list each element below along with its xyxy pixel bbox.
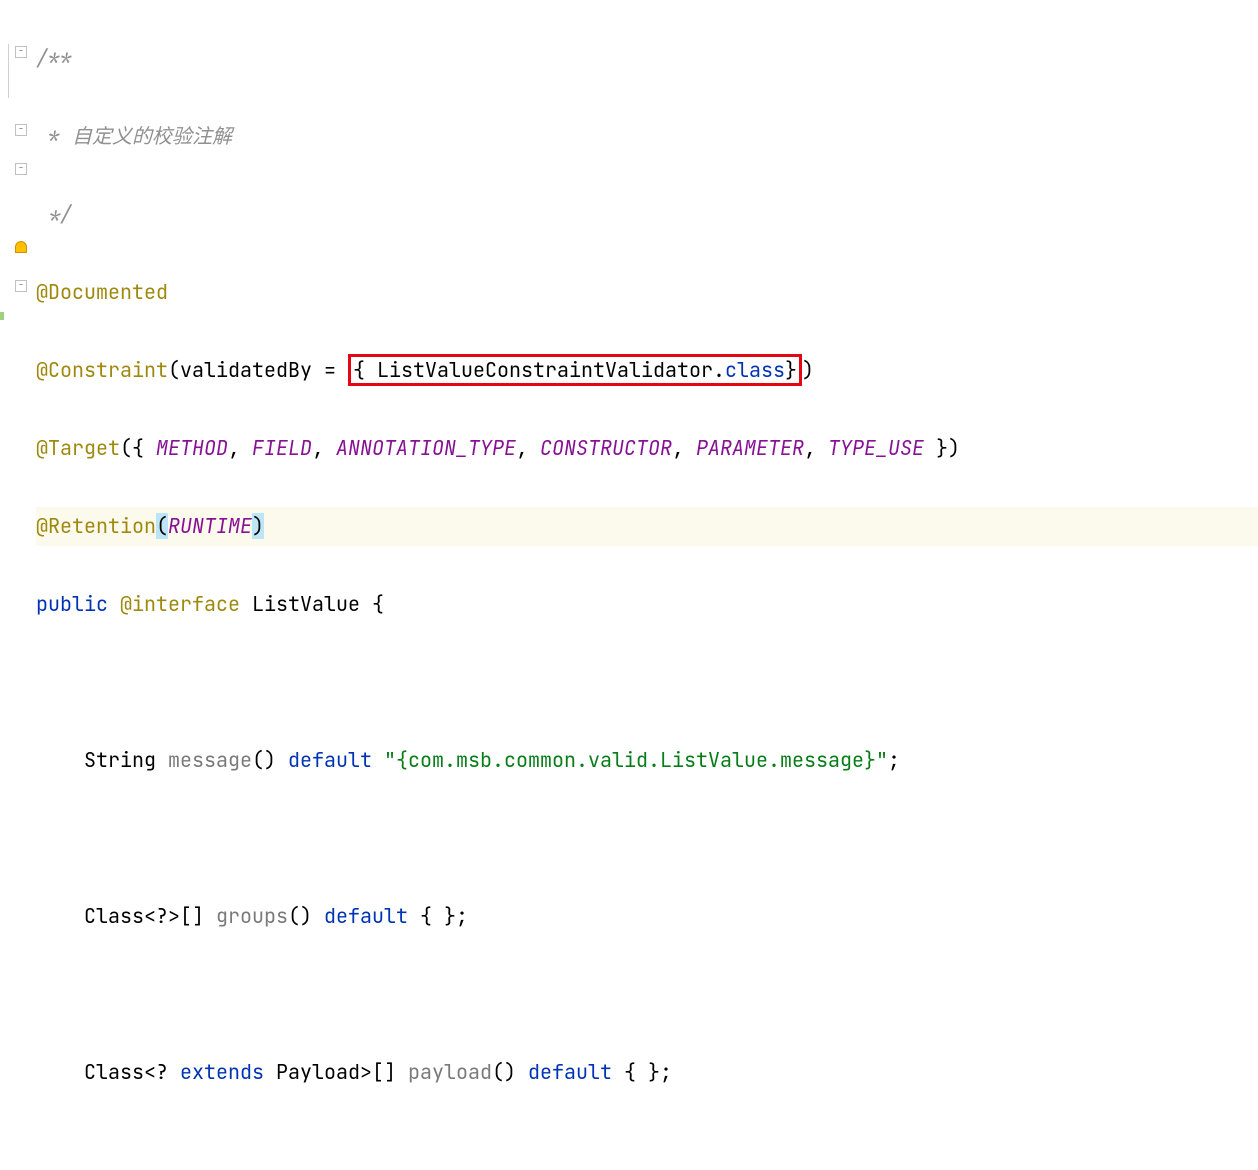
code-line[interactable]: @Documented	[36, 273, 1258, 312]
target-anntype: ANNOTATION_TYPE	[336, 435, 516, 461]
comment-close: */	[36, 201, 72, 227]
target-open: ({	[120, 435, 156, 461]
code-editor[interactable]: /** * 自定义的校验注解 */ @Documented @Constrain…	[0, 0, 1258, 614]
kw-public: public	[36, 591, 120, 617]
code-line[interactable]: */	[36, 195, 1258, 234]
target-constructor: CONSTRUCTOR	[540, 435, 672, 461]
code-line[interactable]: @Constraint(validatedBy = { ListValueCon…	[36, 351, 1258, 390]
method-name: payload	[408, 1059, 492, 1085]
sep: ,	[312, 435, 336, 461]
target-field: FIELD	[252, 435, 312, 461]
indent	[36, 903, 84, 929]
validator-class: ListValueConstraintValidator	[377, 357, 713, 383]
kw-default: default	[324, 903, 420, 929]
change-marker	[0, 312, 4, 320]
comment-open: /**	[36, 45, 72, 71]
comment-body: * 自定义的校验注解	[36, 123, 232, 149]
fold-icon[interactable]	[14, 45, 28, 59]
annotation-target: @Target	[36, 435, 120, 461]
parens: ()	[288, 903, 324, 929]
sep: ,	[672, 435, 696, 461]
code-area[interactable]: /** * 自定义的校验注解 */ @Documented @Constrain…	[32, 0, 1258, 614]
return-type: String	[84, 747, 168, 773]
target-close: })	[924, 435, 960, 461]
return-type-post: Payload>[]	[264, 1059, 408, 1085]
dot: .	[713, 357, 725, 383]
sep: ,	[228, 435, 252, 461]
default-value: { }	[420, 903, 456, 929]
kw-default: default	[288, 747, 384, 773]
annotation-retention: @Retention	[36, 513, 156, 539]
brace-open: {	[353, 357, 377, 383]
code-line[interactable]: /**	[36, 39, 1258, 78]
method-name: message	[168, 747, 252, 773]
string-literal: "{com.msb.common.valid.ListValue.message…	[384, 747, 888, 773]
fold-icon[interactable]	[14, 162, 28, 176]
indent	[36, 1059, 84, 1085]
sep: ,	[804, 435, 828, 461]
indent	[36, 747, 84, 773]
semicolon: ;	[660, 1059, 672, 1085]
target-typeuse: TYPE_USE	[828, 435, 924, 461]
code-line[interactable]: Class<?>[] groups() default { };	[36, 897, 1258, 936]
type-name: ListValue	[240, 591, 372, 617]
paren: )	[802, 357, 814, 383]
paren-highlighted: (	[156, 513, 168, 539]
paren: (	[168, 357, 180, 383]
kw-default: default	[528, 1059, 624, 1085]
semicolon: ;	[456, 903, 468, 929]
code-line[interactable]: String message() default "{com.msb.commo…	[36, 741, 1258, 780]
code-line[interactable]	[36, 663, 1258, 702]
target-method: METHOD	[156, 435, 228, 461]
code-line[interactable]: public @interface ListValue {	[36, 585, 1258, 624]
code-line-caret[interactable]: @Retention(RUNTIME)	[36, 507, 1258, 546]
intention-lamp-icon[interactable]	[14, 240, 28, 254]
code-line[interactable]	[36, 975, 1258, 1014]
default-value: { }	[624, 1059, 660, 1085]
kw-extends: extends	[180, 1059, 264, 1085]
code-line[interactable]: @Target({ METHOD, FIELD, ANNOTATION_TYPE…	[36, 429, 1258, 468]
brace: {	[372, 591, 384, 617]
method-name: groups	[216, 903, 288, 929]
paren-highlighted: )	[252, 513, 264, 539]
return-type-pre: Class<?	[84, 1059, 180, 1085]
gutter	[0, 0, 32, 614]
code-line[interactable]: * 自定义的校验注解	[36, 117, 1258, 156]
semicolon: ;	[888, 747, 900, 773]
fold-icon[interactable]	[14, 279, 28, 293]
param-name: validatedBy =	[180, 357, 348, 383]
class-keyword: class	[725, 357, 785, 383]
sep: ,	[516, 435, 540, 461]
highlight-box: { ListValueConstraintValidator.class}	[348, 354, 802, 386]
retention-runtime: RUNTIME	[168, 513, 252, 539]
fold-guide	[8, 44, 9, 98]
fold-icon[interactable]	[14, 123, 28, 137]
annotation-constraint: @Constraint	[36, 357, 168, 383]
annotation-documented: @Documented	[36, 279, 168, 305]
return-type: Class<?>[]	[84, 903, 216, 929]
parens: ()	[492, 1059, 528, 1085]
parens: ()	[252, 747, 288, 773]
kw-at-interface: @interface	[120, 591, 240, 617]
code-line[interactable]	[36, 819, 1258, 858]
target-parameter: PARAMETER	[696, 435, 804, 461]
code-line[interactable]: Class<? extends Payload>[] payload() def…	[36, 1053, 1258, 1092]
brace-close: }	[785, 357, 797, 383]
